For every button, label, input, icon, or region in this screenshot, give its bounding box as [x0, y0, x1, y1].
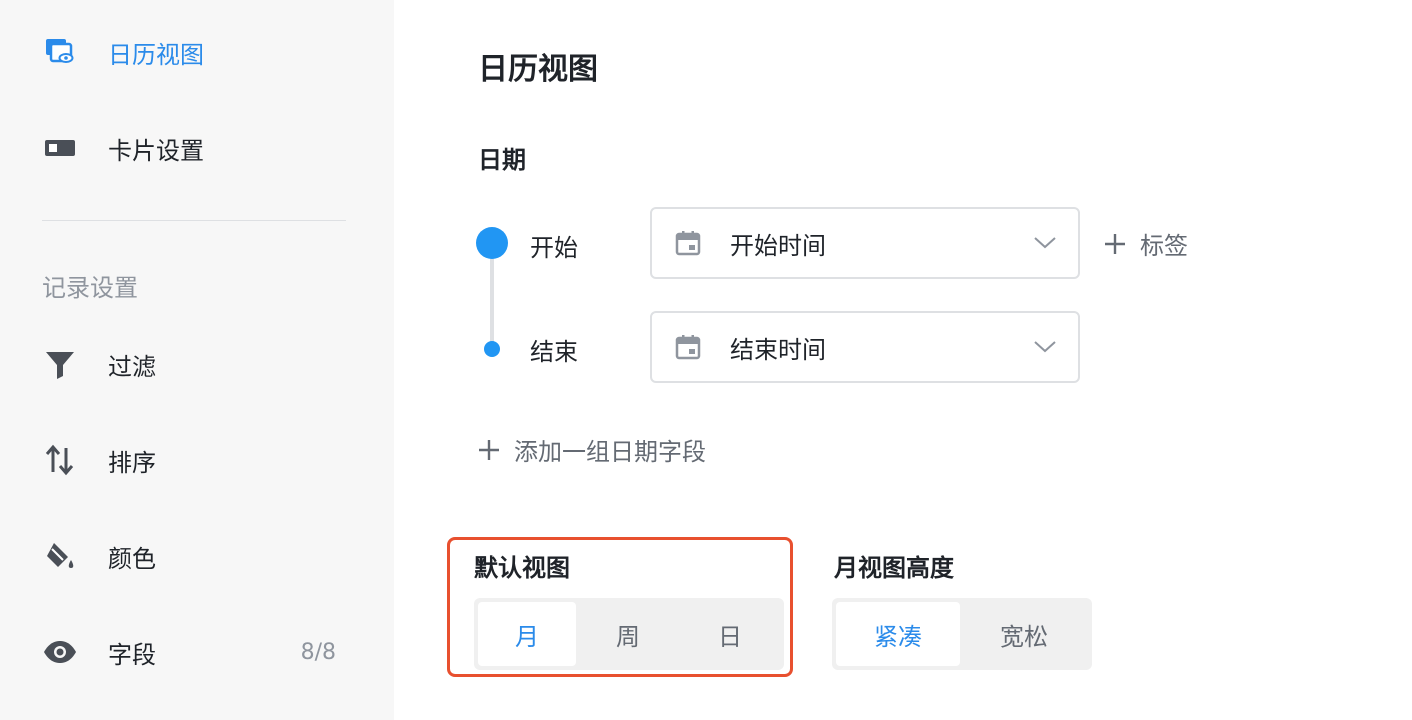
default-view-option-week[interactable]: 周: [576, 602, 680, 666]
calendar-view-icon: [42, 34, 78, 70]
sidebar-item-sort[interactable]: 排序: [42, 440, 342, 480]
sort-icon: [42, 442, 78, 478]
paint-bucket-icon: [42, 538, 78, 574]
sidebar-item-filter[interactable]: 过滤: [42, 344, 342, 384]
sidebar-item-label: 排序: [108, 448, 156, 477]
field-count-badge: 8/8: [300, 639, 336, 665]
add-date-group-button[interactable]: 添加一组日期字段: [478, 432, 706, 467]
month-height-title: 月视图高度: [834, 554, 954, 582]
default-view-title: 默认视图: [474, 554, 570, 582]
add-tag-button[interactable]: 标签: [1104, 226, 1188, 261]
chevron-down-icon: [1032, 334, 1058, 360]
sidebar-item-color[interactable]: 颜色: [42, 536, 342, 576]
plus-icon: [478, 439, 500, 461]
calendar-icon: [674, 228, 704, 258]
month-height-option-compact[interactable]: 紧凑: [836, 602, 960, 666]
plus-icon: [1104, 233, 1126, 255]
add-tag-label: 标签: [1140, 232, 1188, 260]
sidebar-item-label: 卡片设置: [108, 136, 204, 165]
date-section-title: 日期: [478, 146, 526, 174]
sidebar-item-calendar-view[interactable]: 日历视图: [42, 32, 342, 72]
sidebar-item-fields[interactable]: 字段 8/8: [42, 632, 342, 672]
sidebar-item-card-settings[interactable]: 卡片设置: [42, 128, 342, 168]
default-view-option-month[interactable]: 月: [478, 602, 576, 666]
start-date-value: 开始时间: [730, 231, 826, 260]
section-label-record-settings: 记录设置: [42, 274, 138, 302]
end-date-value: 结束时间: [730, 335, 826, 364]
month-height-option-loose[interactable]: 宽松: [960, 602, 1088, 666]
page-title: 日历视图: [478, 52, 598, 87]
filter-icon: [42, 346, 78, 382]
calendar-icon: [674, 332, 704, 362]
end-date-select[interactable]: 结束时间: [650, 311, 1080, 383]
card-icon: [42, 130, 78, 166]
start-label: 开始: [530, 234, 578, 262]
sidebar-item-label: 字段: [108, 640, 156, 669]
sidebar-divider: [42, 220, 346, 221]
end-dot: [484, 341, 500, 357]
end-label: 结束: [530, 338, 578, 366]
date-timeline-line: [490, 256, 494, 348]
start-dot: [476, 227, 508, 259]
eye-icon: [42, 634, 78, 670]
main-panel: 日历视图 日期 开始 开始时间 标签 结束 结束时间 添加一组日期字段 默认视图…: [394, 0, 1412, 720]
month-height-segmented: 紧凑 宽松: [832, 598, 1092, 670]
sidebar-item-label: 过滤: [108, 352, 156, 381]
default-view-segmented: 月 周 日: [474, 598, 784, 670]
chevron-down-icon: [1032, 230, 1058, 256]
add-date-group-label: 添加一组日期字段: [514, 438, 706, 466]
sidebar-item-label: 颜色: [108, 544, 156, 573]
sidebar-item-label: 日历视图: [108, 40, 204, 69]
start-date-select[interactable]: 开始时间: [650, 207, 1080, 279]
sidebar: 日历视图 卡片设置 记录设置 过滤 排序 颜色 字段 8/8: [0, 0, 394, 720]
default-view-option-day[interactable]: 日: [680, 602, 780, 666]
